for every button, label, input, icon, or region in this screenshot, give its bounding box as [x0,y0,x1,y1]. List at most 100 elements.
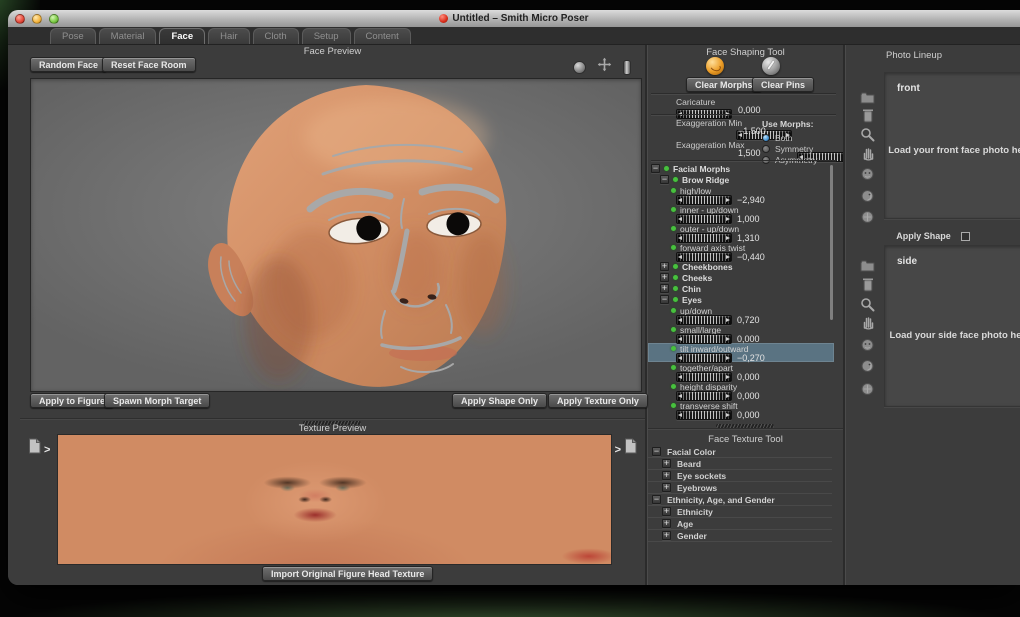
collapse-icon[interactable]: − [651,164,660,173]
trackball-icon[interactable] [573,61,586,74]
trash-icon[interactable] [859,276,876,293]
morph-value[interactable]: −0,270 [737,353,765,363]
face-3d-viewport[interactable] [30,78,642,392]
trash-icon[interactable] [859,107,876,124]
apply-shape-checkbox[interactable] [961,232,970,241]
tree-group-facial-morphs[interactable]: − Facial Morphs [648,163,834,174]
collapse-icon[interactable]: − [660,295,669,304]
morph-value[interactable]: 0,000 [737,410,760,420]
title-bar[interactable]: Untitled – Smith Micro Poser [8,10,1020,28]
morph-slider-tilt-inward-outward[interactable]: tilt inward/outward −0,270 [648,343,834,362]
pin-tool-icon[interactable] [762,57,780,75]
head-texture-image[interactable] [57,434,612,565]
collapse-icon[interactable]: − [652,447,661,456]
expand-icon[interactable]: + [662,519,671,528]
head-front-icon[interactable] [859,166,876,183]
expand-icon[interactable]: + [662,483,671,492]
head-shape-icon[interactable] [859,381,876,398]
morph-dial[interactable] [676,410,732,420]
tree-group-brow-ridge[interactable]: − Brow Ridge [648,174,834,185]
head-shape-icon[interactable] [859,209,876,226]
apply-shape-only-button[interactable]: Apply Shape Only [452,393,547,408]
next-texture-caret[interactable]: > [615,445,621,455]
morph-dial[interactable] [676,391,732,401]
morph-value[interactable]: 1,000 [737,214,760,224]
texture-group-beard[interactable]: + Beard [648,458,832,470]
expand-icon[interactable]: + [660,262,669,271]
radio-both[interactable]: Both [762,132,818,143]
zoom-icon[interactable] [859,296,876,313]
morph-dial[interactable] [676,334,732,344]
folder-icon[interactable] [859,89,876,106]
tab-content[interactable]: Content [354,28,411,44]
texture-group-eyebrows[interactable]: + Eyebrows [648,482,832,494]
expand-icon[interactable]: + [660,284,669,293]
morph-dial[interactable] [676,252,732,262]
morph-value[interactable]: −0,440 [737,252,765,262]
radio-symmetry[interactable]: Symmetry [762,143,818,154]
collapse-icon[interactable]: − [660,175,669,184]
shaping-putty-tool-icon[interactable] [706,57,724,75]
dolly-camera-icon[interactable] [623,60,631,75]
tree-group-eyes[interactable]: − Eyes [648,294,834,305]
texture-group-ethnicity-age-gender[interactable]: − Ethnicity, Age, and Gender [648,494,832,506]
hand-icon[interactable] [859,145,876,162]
tab-setup[interactable]: Setup [302,28,351,44]
radio-icon[interactable] [762,134,770,142]
morph-dial[interactable] [676,315,732,325]
head-front-icon[interactable] [859,337,876,354]
tree-group-cheekbones[interactable]: + Cheekbones [648,261,834,272]
morph-dial[interactable] [676,233,732,243]
morph-dial[interactable] [676,214,732,224]
apply-to-figure-button[interactable]: Apply to Figure [30,393,114,408]
import-original-texture-button[interactable]: Import Original Figure Head Texture [262,566,433,581]
radio-icon[interactable] [762,145,770,153]
front-photo-dropzone[interactable]: front Load your front face photo here [884,72,1020,219]
vertical-scrollbar[interactable] [830,165,833,320]
texture-group-gender[interactable]: + Gender [648,530,832,542]
random-face-button[interactable]: Random Face [30,57,107,72]
expand-icon[interactable]: + [662,507,671,516]
expand-icon[interactable]: + [662,471,671,480]
document-icon[interactable] [28,438,41,454]
texture-group-ethnicity[interactable]: + Ethnicity [648,506,832,518]
texture-group-eye-sockets[interactable]: + Eye sockets [648,470,832,482]
morph-value[interactable]: 1,310 [737,233,760,243]
texture-group-facial-color[interactable]: − Facial Color [648,446,832,458]
morph-dial[interactable] [676,372,732,382]
expand-icon[interactable]: + [662,459,671,468]
clear-pins-button[interactable]: Clear Pins [752,77,814,92]
previous-texture-caret[interactable]: > [44,445,50,455]
tab-material[interactable]: Material [99,28,157,44]
morph-value[interactable]: 0,720 [737,315,760,325]
exaggeration-max-value[interactable]: 1,500 [738,148,761,158]
apply-texture-only-button[interactable]: Apply Texture Only [548,393,648,408]
hand-icon[interactable] [859,314,876,331]
collapse-icon[interactable]: − [652,495,661,504]
expand-icon[interactable]: + [660,273,669,282]
morph-value[interactable]: −2,940 [737,195,765,205]
clear-morphs-button[interactable]: Clear Morphs [686,77,762,92]
morph-value[interactable]: 0,000 [737,391,760,401]
pan-camera-icon[interactable] [597,57,612,77]
document-icon[interactable] [624,438,637,454]
morph-dial[interactable] [676,195,732,205]
morph-value[interactable]: 0,000 [737,334,760,344]
tree-group-chin[interactable]: + Chin [648,283,834,294]
head-side-icon[interactable] [859,188,876,205]
tab-face[interactable]: Face [159,28,205,44]
reset-face-room-button[interactable]: Reset Face Room [102,57,196,72]
folder-icon[interactable] [859,257,876,274]
head-side-icon[interactable] [859,358,876,375]
morph-value[interactable]: 0,000 [737,372,760,382]
tab-cloth[interactable]: Cloth [253,28,299,44]
morph-dial[interactable] [676,353,732,363]
tab-hair[interactable]: Hair [208,28,249,44]
side-photo-dropzone[interactable]: side Load your side face photo here [884,245,1020,407]
tab-pose[interactable]: Pose [50,28,96,44]
texture-group-age[interactable]: + Age [648,518,832,530]
tree-group-cheeks[interactable]: + Cheeks [648,272,834,283]
spawn-morph-target-button[interactable]: Spawn Morph Target [104,393,210,408]
zoom-icon[interactable] [859,126,876,143]
expand-icon[interactable]: + [662,531,671,540]
